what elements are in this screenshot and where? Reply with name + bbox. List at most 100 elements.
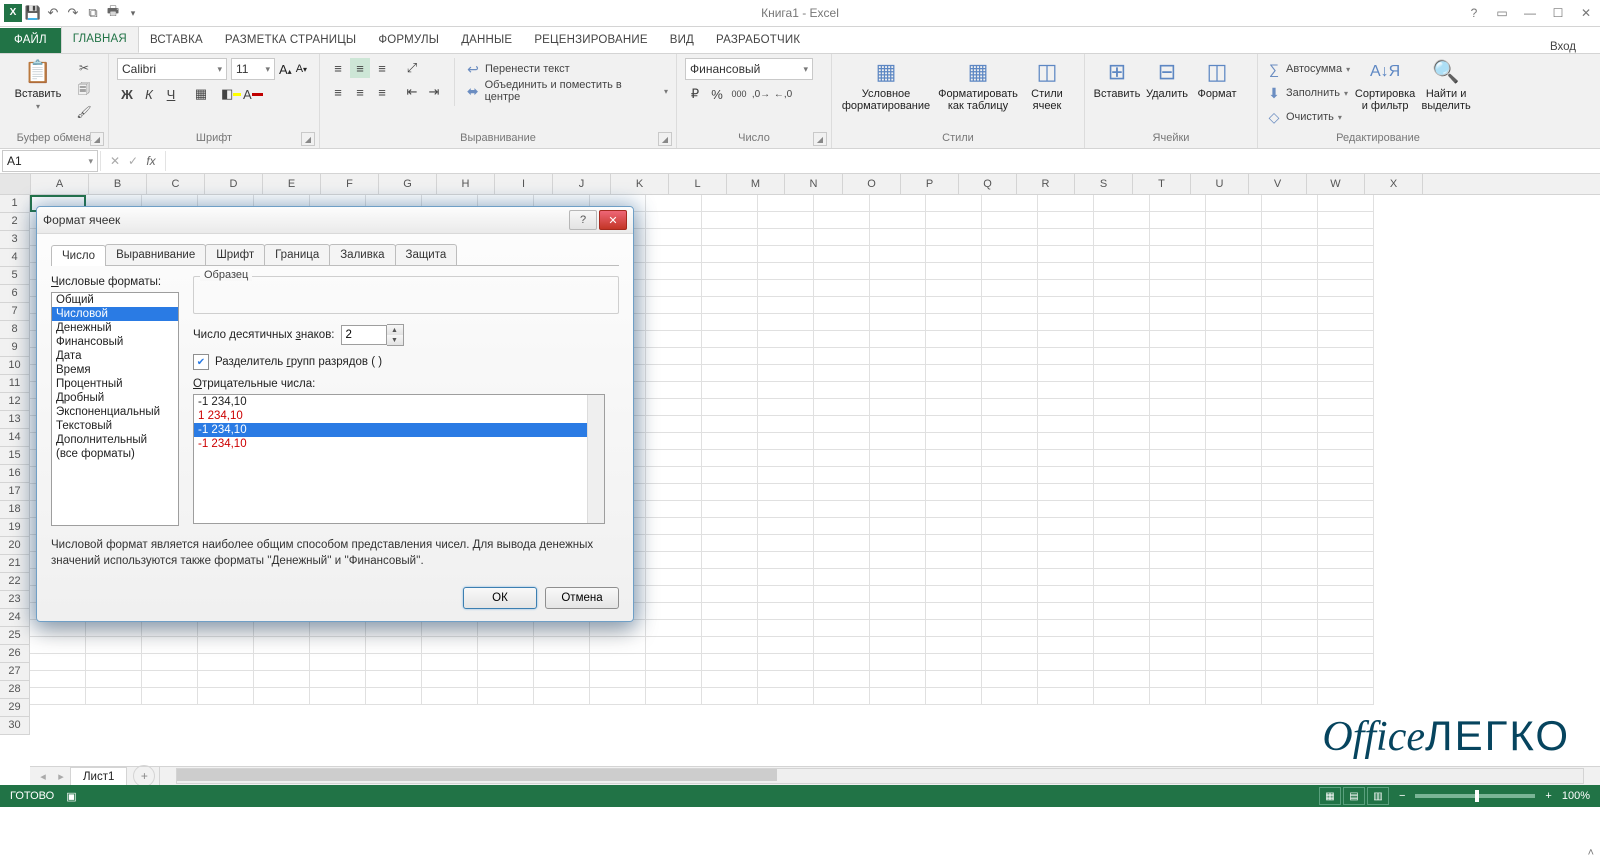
cell[interactable] (1150, 484, 1206, 501)
zoom-out-icon[interactable]: − (1399, 790, 1405, 802)
cell[interactable] (1150, 314, 1206, 331)
cell[interactable] (646, 620, 702, 637)
format-painter-icon[interactable]: 🖌 (74, 102, 94, 122)
cell[interactable] (814, 297, 870, 314)
zoom-in-icon[interactable]: + (1545, 790, 1551, 802)
cell[interactable] (702, 229, 758, 246)
cell[interactable] (590, 637, 646, 654)
cell[interactable] (86, 637, 142, 654)
cell[interactable] (758, 535, 814, 552)
cell[interactable] (646, 688, 702, 705)
cell[interactable] (646, 280, 702, 297)
row-header[interactable]: 6 (0, 285, 30, 303)
cell[interactable] (702, 450, 758, 467)
sheet-nav-prev-icon[interactable]: ◂ (34, 767, 52, 785)
cell[interactable] (1150, 433, 1206, 450)
cell[interactable] (1094, 620, 1150, 637)
cell[interactable] (1038, 450, 1094, 467)
cell[interactable] (30, 620, 86, 637)
normal-view-icon[interactable]: ▦ (1319, 787, 1341, 805)
merge-center-button[interactable]: ⬌Объединить и поместить в центре▾ (465, 80, 668, 102)
accounting-icon[interactable]: ₽ (685, 84, 705, 104)
cell[interactable] (142, 688, 198, 705)
cell[interactable] (758, 586, 814, 603)
cell[interactable] (758, 620, 814, 637)
dialog-tab-protection[interactable]: Защита (395, 244, 458, 265)
cell[interactable] (1206, 603, 1262, 620)
cell[interactable] (926, 467, 982, 484)
cell[interactable] (926, 535, 982, 552)
category-item[interactable]: Общий (52, 293, 178, 307)
cell[interactable] (814, 348, 870, 365)
cell[interactable] (1094, 195, 1150, 212)
cell[interactable] (646, 348, 702, 365)
cell[interactable] (646, 569, 702, 586)
qat-dropdown-icon[interactable]: ▾ (124, 4, 142, 22)
cell[interactable] (1262, 671, 1318, 688)
cell[interactable] (1150, 365, 1206, 382)
cell[interactable] (814, 280, 870, 297)
maximize-button[interactable]: ☐ (1544, 3, 1572, 23)
cell[interactable] (646, 246, 702, 263)
cell[interactable] (814, 450, 870, 467)
cell[interactable] (870, 399, 926, 416)
cell[interactable] (198, 688, 254, 705)
font-size-combo[interactable]: 11▾ (231, 58, 275, 80)
cell[interactable] (1150, 603, 1206, 620)
cell[interactable] (1038, 569, 1094, 586)
cell[interactable] (814, 688, 870, 705)
cell[interactable] (1094, 654, 1150, 671)
cell[interactable] (814, 416, 870, 433)
cell[interactable] (926, 620, 982, 637)
cell[interactable] (1038, 603, 1094, 620)
category-item[interactable]: Дробный (52, 391, 178, 405)
category-item[interactable]: Финансовый (52, 335, 178, 349)
cell[interactable] (758, 552, 814, 569)
cell[interactable] (1150, 518, 1206, 535)
decrease-indent-icon[interactable]: ⇤ (402, 82, 422, 102)
cell[interactable] (1150, 552, 1206, 569)
increase-decimals-icon[interactable]: ,0→ (751, 84, 771, 104)
cell[interactable] (422, 654, 478, 671)
cell[interactable] (758, 467, 814, 484)
cell[interactable] (1262, 535, 1318, 552)
col-header[interactable]: N (785, 174, 843, 194)
cell[interactable] (1318, 280, 1374, 297)
col-header[interactable]: C (147, 174, 205, 194)
cell[interactable] (870, 620, 926, 637)
cell[interactable] (1094, 586, 1150, 603)
cell[interactable] (814, 433, 870, 450)
cell[interactable] (982, 552, 1038, 569)
cell[interactable] (1206, 535, 1262, 552)
cell[interactable] (758, 348, 814, 365)
conditional-formatting-button[interactable]: ▦Условное форматирование (840, 58, 932, 112)
cell[interactable] (1206, 348, 1262, 365)
negative-numbers-list[interactable]: -1 234,101 234,10-1 234,10-1 234,10 (193, 394, 605, 524)
cell[interactable] (1262, 433, 1318, 450)
cell[interactable] (814, 620, 870, 637)
cell[interactable] (870, 603, 926, 620)
thousands-separator-checkbox[interactable]: ✔ (193, 354, 209, 370)
cell[interactable] (1206, 331, 1262, 348)
cell[interactable] (1038, 246, 1094, 263)
cell[interactable] (478, 688, 534, 705)
cell[interactable] (870, 229, 926, 246)
col-header[interactable]: I (495, 174, 553, 194)
cell[interactable] (982, 586, 1038, 603)
orientation-icon[interactable]: ⤢ (402, 58, 422, 78)
cell[interactable] (422, 688, 478, 705)
cell[interactable] (1206, 620, 1262, 637)
cell[interactable] (870, 365, 926, 382)
cell[interactable] (926, 552, 982, 569)
align-right-icon[interactable]: ≡ (372, 82, 392, 102)
row-header[interactable]: 17 (0, 483, 30, 501)
cell[interactable] (646, 433, 702, 450)
cell[interactable] (870, 654, 926, 671)
col-header[interactable]: T (1133, 174, 1191, 194)
dialog-tab-number[interactable]: Число (51, 245, 106, 266)
cell[interactable] (1094, 365, 1150, 382)
cell[interactable] (534, 671, 590, 688)
dialog-tab-alignment[interactable]: Выравнивание (105, 244, 206, 265)
category-item[interactable]: Экспоненциальный (52, 405, 178, 419)
cell[interactable] (702, 467, 758, 484)
